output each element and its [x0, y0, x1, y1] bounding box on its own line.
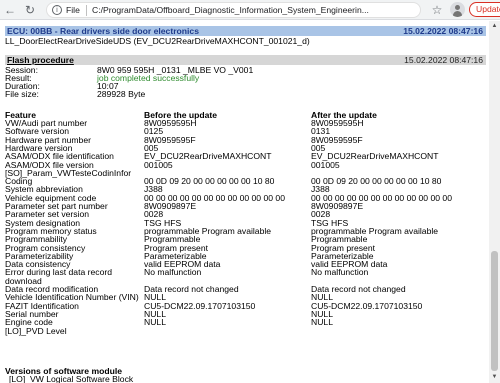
scroll-down-icon[interactable]: ▼: [489, 372, 500, 383]
table-row: Hardware part number 8W0959595F 8W0959595F: [5, 135, 489, 144]
table-row: Program consistency Program present Progra…: [5, 243, 489, 252]
row-after: 001005: [311, 159, 340, 170]
url-scheme: File: [66, 5, 80, 15]
ecu-subtitle: LL_DoorElectRearDriveSideUDS (EV_DCU2Rea…: [5, 36, 310, 46]
table-row: Parameterizability Parameterizable Paramet…: [5, 251, 489, 260]
row-feature: [LO]_VW Logical Software Block: [9, 374, 134, 383]
table-row: ASAM/ODX file identification EV_DCU2RearD…: [5, 151, 489, 162]
table-row: [LO]_VW Logical Software Block: [5, 375, 489, 383]
scroll-up-icon[interactable]: ▲: [489, 21, 500, 32]
row-after: 00 0D 09 20 00 00 00 00 00 10 80: [311, 176, 442, 187]
star-icon[interactable]: ☆: [430, 2, 444, 18]
table-row: Serial number NULL NULL: [5, 310, 489, 319]
table-row: [LO]_PVD Level: [5, 325, 489, 336]
ecu-title: ECU: 00BB - Rear drivers side door elect…: [7, 26, 199, 36]
row-before: NULL: [144, 317, 166, 328]
avatar-icon[interactable]: [450, 2, 465, 17]
page-content: ECU: 00BB - Rear drivers side door elect…: [0, 21, 489, 383]
flash-title: Flash procedure: [7, 55, 74, 65]
back-arrow-icon[interactable]: ←: [2, 2, 18, 18]
address-bar[interactable]: i File C:/ProgramData/Offboard_Diagnosti…: [46, 2, 421, 18]
table-row: Program memory status programmable Progra…: [5, 227, 489, 236]
filesize-label: File size:: [5, 89, 39, 99]
avatar-body: [453, 11, 462, 17]
reload-icon[interactable]: ↻: [22, 2, 38, 18]
row-before: No malfunction: [144, 267, 202, 278]
row-feature: [LO]_PVD Level: [5, 325, 67, 336]
omnibox-divider: [86, 5, 87, 16]
table-row: FAZIT Identification CU5-DCM22.09.1707103…: [5, 301, 489, 310]
row-before: Programmable: [144, 234, 201, 245]
row-feature: Programmability: [5, 234, 68, 245]
update-label: Update: [476, 4, 500, 14]
row-after: EV_DCU2RearDriveMAXHCONT: [311, 151, 439, 162]
scrollbar-thumb[interactable]: [491, 251, 498, 371]
row-after: NULL: [311, 317, 333, 328]
flash-date: 15.02.2022 08:47:16: [404, 55, 483, 65]
vertical-scrollbar[interactable]: ▲ ▼: [489, 21, 500, 383]
info-icon[interactable]: i: [52, 5, 62, 15]
avatar-head: [455, 5, 460, 10]
row-feature: Engine code: [5, 317, 53, 328]
table-row: Error during last data record No malfunct…: [5, 267, 489, 278]
row-before: EV_DCU2RearDriveMAXHCONT: [144, 151, 272, 162]
filesize-value: 289928 Byte: [97, 89, 146, 99]
row-after: No malfunction: [311, 267, 369, 278]
row-before: 001005: [144, 159, 173, 170]
flash-header: Flash procedure 15.02.2022 08:47:16: [5, 55, 486, 65]
browser-toolbar: ← ↻ i File C:/ProgramData/Offboard_Diagn…: [0, 0, 500, 20]
table-row: VW/Audi part number 8W0959595H 8W0959595H: [5, 119, 489, 128]
ecu-header: ECU: 00BB - Rear drivers side door elect…: [5, 26, 486, 36]
row-after: Programmable: [311, 234, 368, 245]
row-before: 00 0D 09 20 00 00 00 00 00 10 80: [144, 176, 275, 187]
url-text[interactable]: C:/ProgramData/Offboard_Diagnostic_Infor…: [92, 5, 420, 15]
row-feature: ASAM/ODX file identification: [5, 151, 114, 162]
table-row: Programmability Programmable Programmable: [5, 234, 489, 245]
ecu-date: 15.02.2022 08:47:16: [403, 26, 483, 36]
update-button[interactable]: Update: [469, 2, 500, 17]
table-row: Engine code NULL NULL: [5, 317, 489, 328]
